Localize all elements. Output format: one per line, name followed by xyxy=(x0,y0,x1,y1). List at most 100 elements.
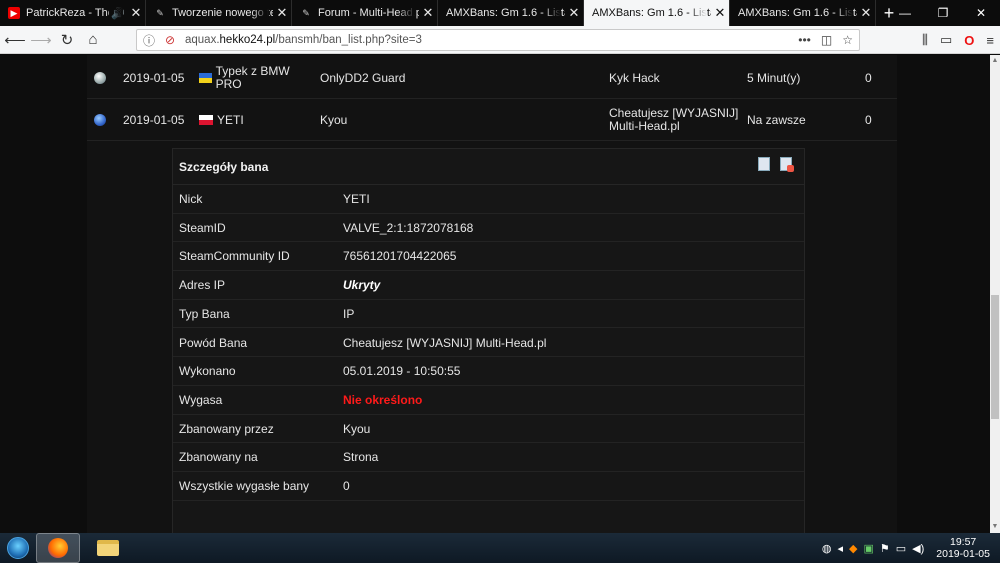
ban-row[interactable]: 2019-01-05 Typek z BMW PRO OnlyDD2 Guard… xyxy=(87,57,897,99)
detail-label: Nick xyxy=(179,192,203,206)
tab-youtube[interactable]: ▶ PatrickReza - The Wall 🔊 ✕ xyxy=(0,0,146,26)
windows-taskbar: ◍ ◂ ◆ ▣ ⚑ ▭ ◀) 19:57 2019-01-05 xyxy=(0,533,1000,563)
ban-reason: Cheatujesz [WYJASNIJ] Multi-Head.pl xyxy=(609,106,739,133)
url-host: hekko24.pl xyxy=(219,34,276,46)
close-tab-icon[interactable]: ✕ xyxy=(711,5,729,21)
ban-admin: OnlyDD2 Guard xyxy=(320,70,406,85)
ban-details-box: Szczegóły bana Nick YETI SteamID VALVE_2:1:… xyxy=(172,148,805,533)
ban-nick: YETI xyxy=(199,99,244,141)
tab-amxbans-2[interactable]: AMXBans: Gm 1.6 - Lista Banów ✕ xyxy=(584,0,730,26)
back-arrow-icon[interactable]: ⟵ xyxy=(2,27,28,53)
page-actions-icon[interactable]: ••• xyxy=(798,33,811,47)
tab-new-topic[interactable]: ✎ Tworzenie nowego tematu ✕ xyxy=(146,0,292,26)
shield-icon[interactable]: ◆ xyxy=(849,542,857,555)
detail-label: SteamCommunity ID xyxy=(179,249,290,264)
forward-arrow-icon[interactable]: ⟶ xyxy=(28,27,54,53)
delete-document-icon[interactable] xyxy=(780,157,794,172)
detail-row: Wszystkie wygasłe bany 0 xyxy=(173,472,804,501)
home-icon[interactable]: ⌂ xyxy=(80,27,106,53)
detail-label: Wygasa xyxy=(179,392,223,407)
detail-label: SteamID xyxy=(179,220,226,235)
info-icon[interactable]: ⓘ xyxy=(143,32,159,49)
scroll-up-icon[interactable]: ▲ xyxy=(990,55,1000,67)
url-text: aquax.hekko24.pl/bansmh/ban_list.php?sit… xyxy=(185,34,422,46)
ban-nick: Typek z BMW PRO xyxy=(199,57,309,99)
ban-reason: Kyk Hack xyxy=(609,70,660,85)
insecure-lock-icon[interactable]: ⊘ xyxy=(165,33,181,47)
detail-label: Adres IP xyxy=(179,278,226,293)
detail-row: Zbanowany przez Kyou xyxy=(173,415,804,444)
sidebar-icon[interactable]: ▭ xyxy=(940,32,952,48)
address-bar[interactable]: ⓘ ⊘ aquax.hekko24.pl/bansmh/ban_list.php… xyxy=(136,29,860,51)
pocket-icon[interactable]: ◫ xyxy=(821,33,832,47)
detail-label: Powód Bana xyxy=(179,335,248,350)
opera-icon[interactable]: O xyxy=(964,33,974,48)
youtube-icon: ▶ xyxy=(8,7,20,19)
maximize-button[interactable]: ❐ xyxy=(924,0,962,26)
game-icon xyxy=(94,72,106,84)
ban-admin: Kyou xyxy=(320,112,348,127)
close-tab-icon[interactable]: ✕ xyxy=(273,5,291,21)
ban-nick-text: Typek z BMW PRO xyxy=(215,64,290,91)
ban-count: 0 xyxy=(865,112,872,127)
ukraine-flag-icon xyxy=(199,73,212,83)
detail-value: Kyou xyxy=(343,421,371,436)
library-icon[interactable]: ⫼ xyxy=(922,32,928,48)
detail-value: Strona xyxy=(343,450,379,465)
volume-icon[interactable]: ◀) xyxy=(912,542,924,555)
tab-amxbans-1[interactable]: AMXBans: Gm 1.6 - Lista Banów ✕ xyxy=(438,0,584,26)
scrollbar-thumb[interactable] xyxy=(991,295,999,419)
poland-flag-icon xyxy=(199,115,213,125)
detail-label: Typ Bana xyxy=(179,306,230,321)
detail-row: Nick YETI xyxy=(173,185,804,214)
close-window-button[interactable]: ✕ xyxy=(962,0,1000,26)
minimize-button[interactable]: — xyxy=(886,0,924,26)
monitor-icon[interactable]: ▭ xyxy=(896,542,906,555)
detail-value: IP xyxy=(343,306,355,321)
detail-value: Cheatujesz [WYJASNIJ] Multi-Head.pl xyxy=(343,335,547,350)
flag-icon[interactable]: ⚑ xyxy=(880,542,890,555)
detail-label: Zbanowany przez xyxy=(179,421,274,436)
detail-row: Zbanowany na Strona xyxy=(173,443,804,472)
url-prefix: aquax. xyxy=(185,34,220,46)
detail-row: SteamID VALVE_2:1:1872078168 xyxy=(173,214,804,243)
close-tab-icon[interactable]: ✕ xyxy=(127,5,145,21)
close-tab-icon[interactable]: ✕ xyxy=(565,5,583,21)
ban-row[interactable]: 2019-01-05 YETI Kyou Cheatujesz [WYJASNI… xyxy=(87,99,897,141)
detail-label: Wykonano xyxy=(179,364,236,379)
forum-icon: ✎ xyxy=(302,7,310,18)
folder-icon xyxy=(97,540,119,556)
firefox-icon xyxy=(48,538,68,558)
show-hidden-icons-icon[interactable]: ◂ xyxy=(837,542,843,555)
detail-label: Wszystkie wygasłe bany xyxy=(179,479,310,493)
tab-amxbans-3[interactable]: AMXBans: Gm 1.6 - Lista Banów ✕ xyxy=(730,0,876,26)
ban-length: 5 Minut(y) xyxy=(747,70,801,85)
reload-icon[interactable]: ↻ xyxy=(54,27,80,53)
steam-icon[interactable]: ◍ xyxy=(822,542,832,555)
window-controls: — ❐ ✕ xyxy=(886,0,1000,26)
taskbar-explorer[interactable] xyxy=(86,533,130,563)
tab-bar: ▶ PatrickReza - The Wall 🔊 ✕ ✎ Tworzenie… xyxy=(0,0,1000,26)
clock[interactable]: 19:57 2019-01-05 xyxy=(936,536,990,560)
menu-icon[interactable]: ≡ xyxy=(986,33,994,48)
tab-title: PatrickReza - The Wall xyxy=(26,7,109,19)
app-icon[interactable]: ▣ xyxy=(863,542,873,555)
start-button[interactable] xyxy=(0,533,36,563)
ban-date: 2019-01-05 xyxy=(123,112,185,127)
close-tab-icon[interactable]: ✕ xyxy=(857,5,875,21)
tab-forum[interactable]: ✎ Forum - Multi-Head.pl - S ✕ xyxy=(292,0,438,26)
detail-row: Adres IP Ukryty xyxy=(173,271,804,300)
detail-value: Ukryty xyxy=(343,278,381,293)
url-path: /bansmh/ban_list.php?site=3 xyxy=(275,34,422,46)
detail-label: Zbanowany na xyxy=(179,450,258,465)
taskbar-firefox[interactable] xyxy=(36,533,80,563)
bookmark-star-icon[interactable]: ☆ xyxy=(842,33,853,47)
detail-value: VALVE_2:1:1872078168 xyxy=(343,220,474,235)
page-scrollbar[interactable]: ▲ ▼ xyxy=(990,55,1000,533)
edit-document-icon[interactable] xyxy=(758,157,770,171)
scroll-down-icon[interactable]: ▼ xyxy=(990,521,1000,533)
navigation-bar: ⟵ ⟶ ↻ ⌂ ⓘ ⊘ aquax.hekko24.pl/bansmh/ban_… xyxy=(0,26,1000,54)
ban-details-title: Szczegóły bana xyxy=(173,149,804,185)
close-tab-icon[interactable]: ✕ xyxy=(419,5,437,21)
detail-row: SteamCommunity ID 76561201704422065 xyxy=(173,242,804,272)
